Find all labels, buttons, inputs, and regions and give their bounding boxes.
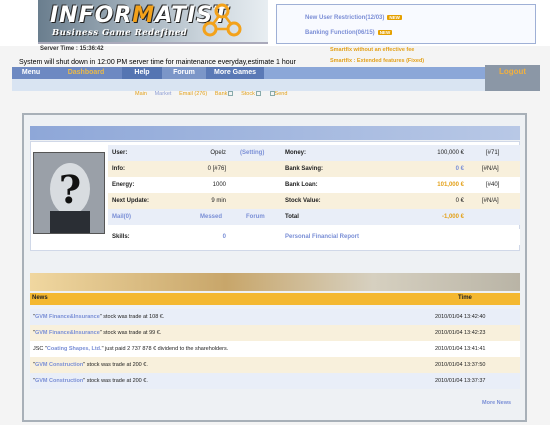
announcement-box: New User Restriction(12/03) NEW Banking F… [276,4,536,44]
new-badge: NEW [377,30,393,35]
info-value: 0 [#76] [207,166,226,172]
time-column-header: Time [458,295,472,301]
messed-link[interactable]: Messed [200,209,222,225]
setting-link[interactable]: (Setting) [240,145,264,161]
news-text: "GVM Finance&Insurance" stock was trade … [33,314,165,320]
skills-label: Skills: [112,234,130,240]
news-row: "GVM Construction" stock was trade at 20… [30,357,520,373]
bank-saving-rank: [#N/A] [482,166,499,172]
bank-loan-value[interactable]: 101,000 € [412,177,464,193]
more-news-link[interactable]: More News [482,400,511,406]
external-link-icon [228,91,234,97]
bank-loan-rank: [#40] [486,182,500,188]
news-table-header: News Time [30,293,520,305]
tab-forum[interactable]: Forum [162,67,206,79]
bank-loan-label: Bank Loan: [285,182,318,188]
news-time: 2010/01/04 13:42:40 [435,314,486,320]
tab-more-games[interactable]: More Games [206,67,264,79]
subnav-email[interactable]: Email (276) [179,91,207,97]
subnav-send[interactable]: Send [269,91,287,97]
total-label: Total [285,214,299,220]
energy-label: Energy: [112,182,135,188]
tab-menu[interactable]: Menu [12,67,50,79]
company-link[interactable]: Coating Shapes, Ltd. [47,346,102,352]
news-text: "GVM Construction" stock was trade at 20… [33,362,148,368]
tab-help[interactable]: Help [122,67,162,79]
energy-value: 1000 [212,182,226,188]
news-text: "GVM Finance&Insurance" stock was trade … [33,330,162,336]
tab-dashboard[interactable]: Dashboard [50,67,122,79]
forum-link[interactable]: Forum [246,209,265,225]
logo-tagline: Business Game Redefined [52,28,188,38]
subnav-main[interactable]: Main [135,91,147,97]
bank-saving-value[interactable]: 0 € [412,161,464,177]
personal-financial-report-link[interactable]: Personal Financial Report [285,229,359,245]
main-nav: Menu Dashboard Help Forum More Games [12,67,540,79]
new-badge: NEW [387,15,402,20]
money-label: Money: [285,150,306,156]
news-row: "GVM Construction" stock was trade at 20… [30,373,520,389]
money-value: 100,000 € [437,150,464,156]
mail-link[interactable]: Mail(0) [112,209,131,225]
notice-item-1[interactable]: New User Restriction(12/03) NEW [305,15,402,21]
company-link[interactable]: GVM Finance&Insurance [35,330,100,336]
avatar: ? [33,152,105,234]
company-link[interactable]: GVM Construction [35,378,83,384]
company-link[interactable]: GVM Finance&Insurance [35,314,100,320]
total-value: -1,000 € [441,214,464,220]
stock-value-label: Stock Value: [285,198,321,204]
news-banner [30,273,520,291]
news-time: 2010/01/04 13:37:50 [435,362,486,368]
company-link[interactable]: GVM Construction [35,362,83,368]
news-row: "GVM Finance&Insurance" stock was trade … [30,309,520,325]
logout-button[interactable]: Logout [485,65,540,91]
news-row: JSC "Coating Shapes, Ltd." just paid 2 7… [30,341,520,357]
news-text: "GVM Construction" stock was trade at 20… [33,378,148,384]
news-time: 2010/01/04 13:37:37 [435,378,486,384]
news-text: JSC "Coating Shapes, Ltd." just paid 2 7… [33,346,229,352]
server-time: Server Time : 15:36:42 [40,46,104,52]
maintenance-notice: System will shut down in 12:00 PM server… [19,59,296,66]
news-time: 2010/01/04 13:41:41 [435,346,486,352]
next-update-label: Next Update: [112,198,150,204]
skills-value[interactable]: 0 [180,229,226,245]
news-column-header: News [32,295,48,301]
announcement-links: Smartfix without an effective fee Smartf… [330,45,540,67]
sub-nav-bar [12,79,485,91]
bank-saving-label: Bank Saving: [285,166,324,172]
subnav-market[interactable]: Market [155,91,172,97]
stock-value-rank: [#N/A] [482,198,499,204]
announcement-link-1[interactable]: Smartfix without an effective fee [330,45,540,56]
money-rank: [#71] [486,150,500,156]
profile-header-bar [30,126,520,140]
external-link-icon [255,91,261,97]
sub-nav: Main Market Email (276) Bank Stock Send [135,91,395,100]
notice-item-2[interactable]: Banking Function(06/15) NEW [305,30,393,36]
question-mark-avatar-icon: ? [34,153,104,233]
news-time: 2010/01/04 13:42:23 [435,330,486,336]
subnav-stock[interactable]: Stock [241,91,261,97]
news-row: "GVM Finance&Insurance" stock was trade … [30,325,520,341]
svg-text:?: ? [59,167,81,212]
user-label: User: [112,150,128,156]
subnav-bank[interactable]: Bank [215,91,234,97]
stock-value-value: 0 € [455,198,464,204]
molecule-logo-icon [202,3,242,37]
info-label: Info: [112,166,125,172]
next-update-value: 9 min [211,198,226,204]
user-value: Opelz [210,150,226,156]
